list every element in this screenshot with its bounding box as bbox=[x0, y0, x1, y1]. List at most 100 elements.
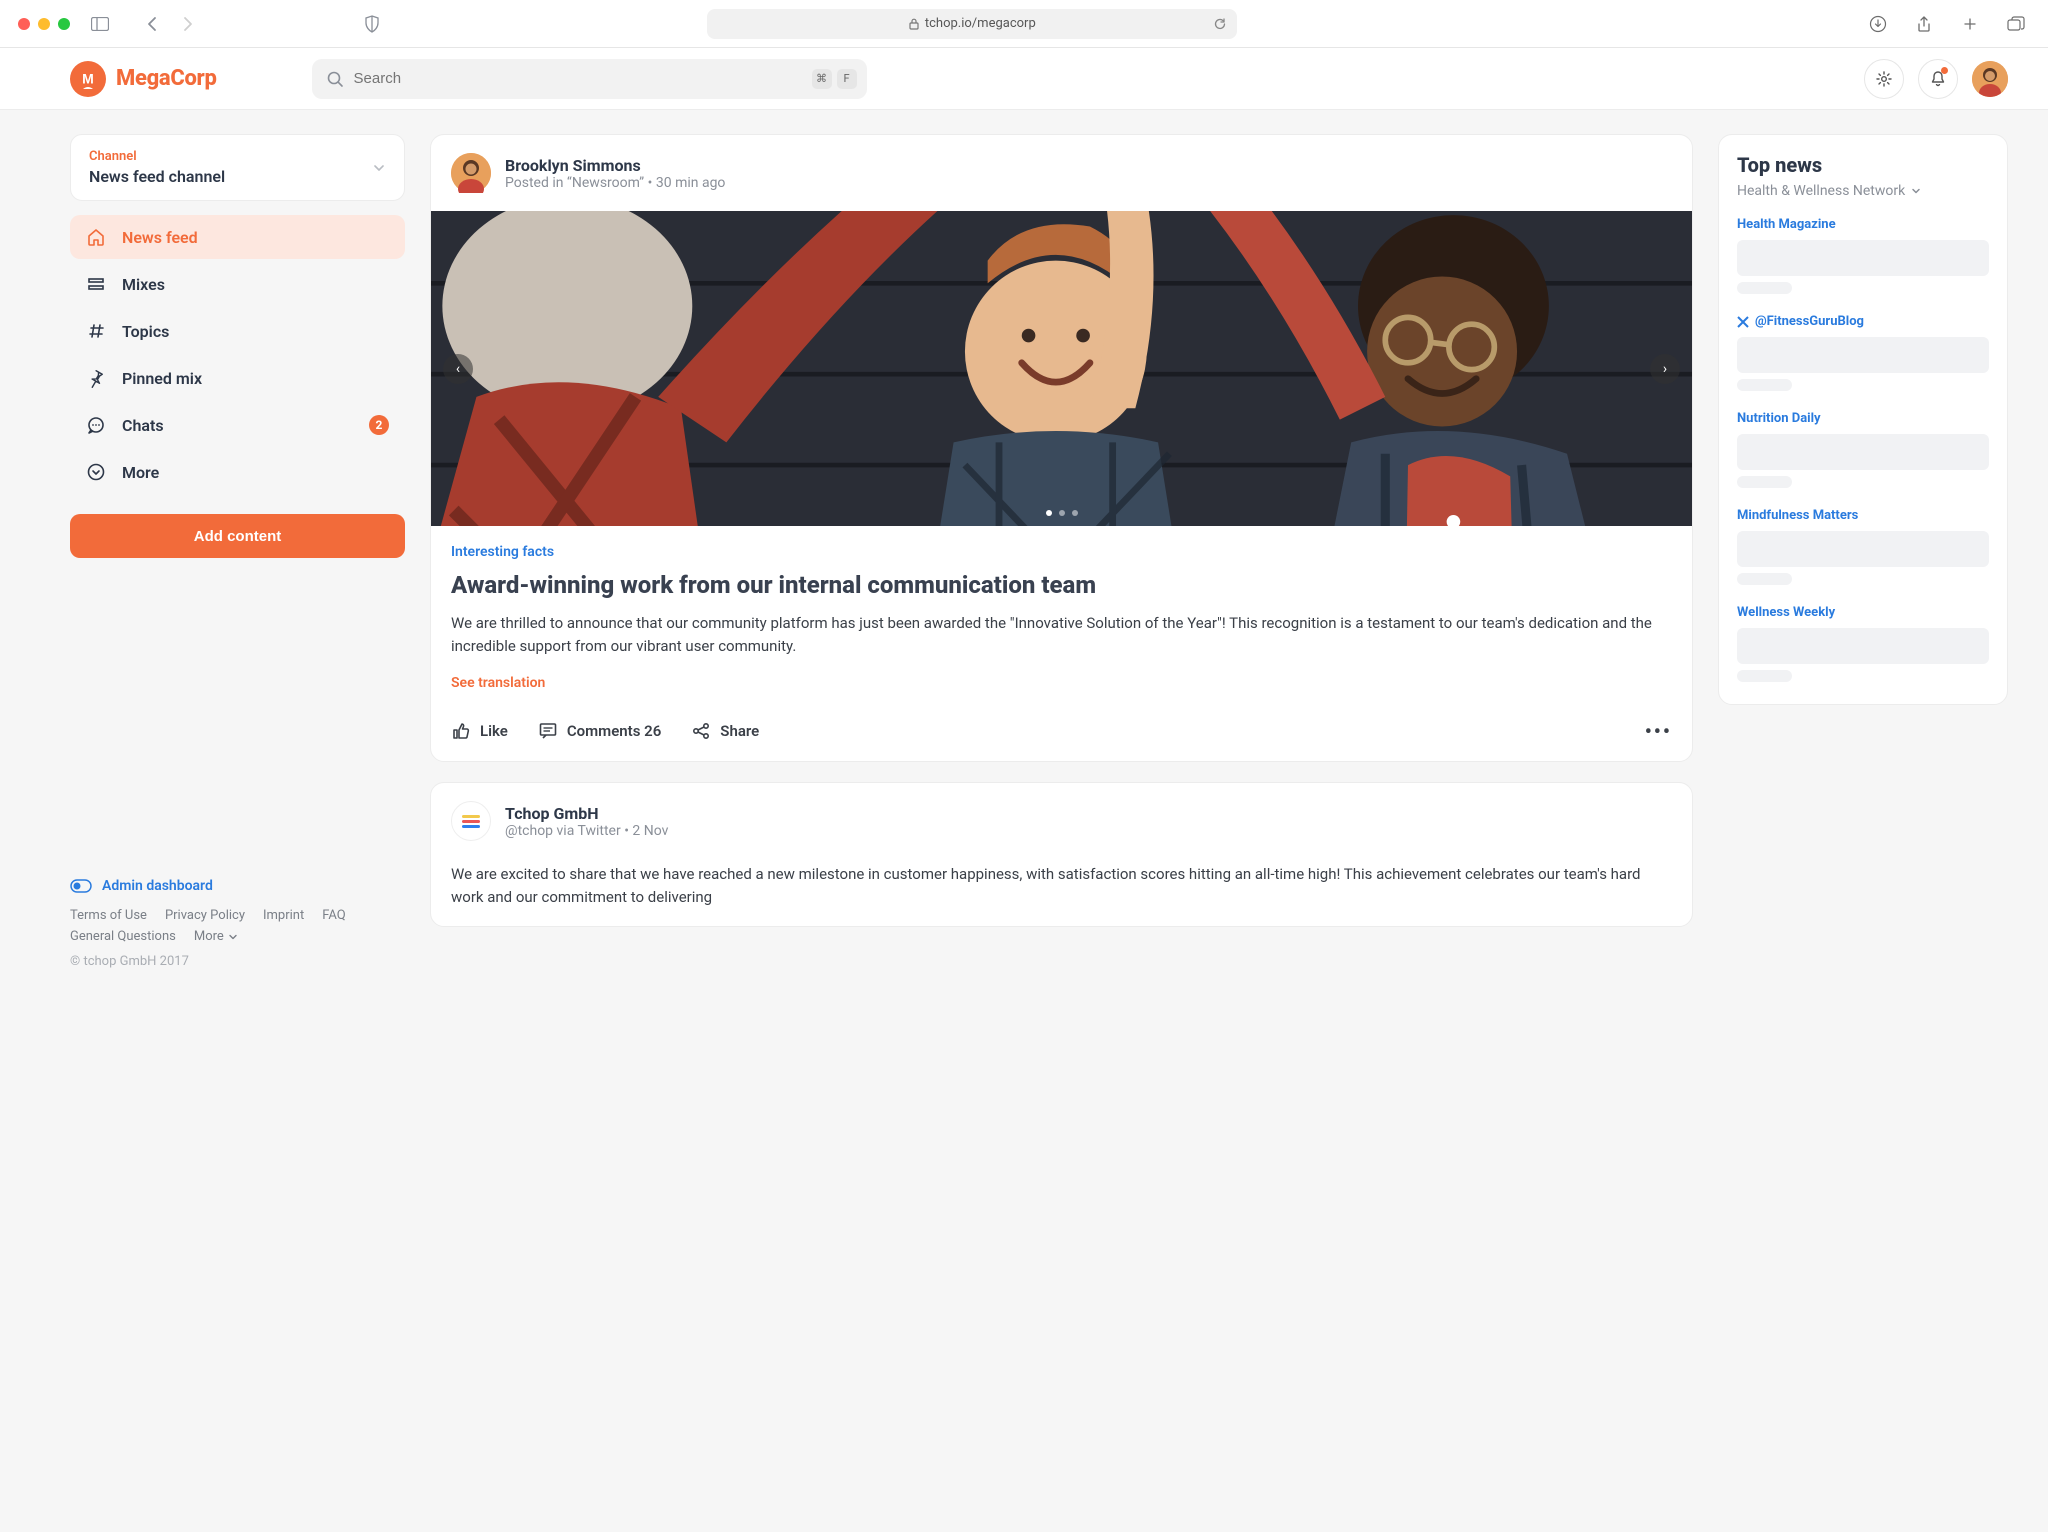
top-news-title: Top news bbox=[1737, 153, 1989, 177]
nav-mixes[interactable]: Mixes bbox=[70, 262, 405, 306]
comment-icon bbox=[538, 721, 558, 741]
brand-logo[interactable]: M MegaCorp bbox=[70, 61, 217, 97]
comments-button[interactable]: Comments 26 bbox=[538, 721, 661, 741]
footer-links: Terms of Use Privacy Policy Imprint FAQ … bbox=[70, 908, 405, 944]
nav-label: More bbox=[122, 463, 159, 482]
kbd-cmd: ⌘ bbox=[812, 69, 832, 89]
top-news-panel: Top news Health & Wellness Network Healt… bbox=[1718, 134, 2008, 705]
skeleton-short bbox=[1737, 670, 1792, 682]
share-button[interactable]: Share bbox=[691, 721, 759, 741]
brand-name: MegaCorp bbox=[116, 66, 217, 91]
shield-icon[interactable] bbox=[358, 10, 386, 38]
nav-chats[interactable]: Chats 2 bbox=[70, 403, 405, 447]
post-card: Brooklyn Simmons Posted in “Newsroom” • … bbox=[430, 134, 1693, 762]
sidebar: Channel News feed channel News feed Mixe… bbox=[70, 134, 405, 969]
post-author-name[interactable]: Brooklyn Simmons bbox=[505, 156, 725, 175]
maximize-window[interactable] bbox=[58, 18, 70, 30]
brand-badge: M bbox=[70, 61, 106, 97]
sidebar-toggle-icon[interactable] bbox=[86, 10, 114, 38]
footer-link[interactable]: FAQ bbox=[322, 908, 345, 923]
nav-pinned-mix[interactable]: Pinned mix bbox=[70, 356, 405, 400]
post-header: Tchop GmbH @tchop via Twitter • 2 Nov bbox=[431, 783, 1692, 859]
post-meta: Posted in “Newsroom” • 30 min ago bbox=[505, 175, 725, 191]
new-tab-icon[interactable] bbox=[1956, 10, 1984, 38]
post-more-button[interactable]: ••• bbox=[1645, 719, 1672, 743]
nav-topics[interactable]: Topics bbox=[70, 309, 405, 353]
carousel-dot[interactable] bbox=[1046, 510, 1052, 516]
carousel-dot[interactable] bbox=[1072, 510, 1078, 516]
post-author-avatar[interactable] bbox=[451, 153, 491, 193]
chat-icon bbox=[86, 415, 106, 435]
chrome-right bbox=[1864, 10, 2030, 38]
chevron-down-icon bbox=[1911, 186, 1921, 196]
search-input[interactable] bbox=[354, 70, 802, 87]
post-author-avatar[interactable] bbox=[451, 801, 491, 841]
news-source: Nutrition Daily bbox=[1737, 411, 1989, 426]
admin-dashboard-link[interactable]: Admin dashboard bbox=[70, 878, 405, 894]
download-icon[interactable] bbox=[1864, 10, 1892, 38]
close-window[interactable] bbox=[18, 18, 30, 30]
notifications-button[interactable] bbox=[1918, 59, 1958, 99]
hashtag-icon bbox=[86, 321, 106, 341]
chevron-down-icon bbox=[228, 932, 238, 942]
home-icon bbox=[86, 227, 106, 247]
user-avatar[interactable] bbox=[1972, 61, 2008, 97]
news-item[interactable]: @FitnessGuruBlog bbox=[1737, 314, 1989, 391]
search-bar[interactable]: ⌘ F bbox=[312, 59, 867, 99]
settings-button[interactable] bbox=[1864, 59, 1904, 99]
tabs-icon[interactable] bbox=[2002, 10, 2030, 38]
news-item[interactable]: Nutrition Daily bbox=[1737, 411, 1989, 488]
nav-label: Pinned mix bbox=[122, 369, 202, 388]
news-source: @FitnessGuruBlog bbox=[1737, 314, 1989, 329]
footer-link[interactable]: Imprint bbox=[263, 908, 304, 923]
news-item[interactable]: Mindfulness Matters bbox=[1737, 508, 1989, 585]
footer-link[interactable]: Terms of Use bbox=[70, 908, 147, 923]
carousel-dot[interactable] bbox=[1059, 510, 1065, 516]
skeleton-line bbox=[1737, 531, 1989, 567]
news-source: Wellness Weekly bbox=[1737, 605, 1989, 620]
address-bar[interactable]: tchop.io/megacorp bbox=[707, 9, 1237, 39]
skeleton-line bbox=[1737, 337, 1989, 373]
sidebar-footer: Admin dashboard Terms of Use Privacy Pol… bbox=[70, 878, 405, 969]
top-news-subtitle-dropdown[interactable]: Health & Wellness Network bbox=[1737, 183, 1989, 199]
footer-link[interactable]: Privacy Policy bbox=[165, 908, 245, 923]
post-tag[interactable]: Interesting facts bbox=[451, 544, 1672, 560]
url-text: tchop.io/megacorp bbox=[925, 16, 1036, 31]
nav-more[interactable]: More bbox=[70, 450, 405, 494]
post-body: We are thrilled to announce that our com… bbox=[451, 612, 1672, 657]
like-button[interactable]: Like bbox=[451, 721, 508, 741]
x-twitter-icon bbox=[1737, 316, 1749, 328]
post-author-name[interactable]: Tchop GmbH bbox=[505, 804, 668, 823]
footer-link[interactable]: More bbox=[194, 929, 238, 944]
browser-chrome: tchop.io/megacorp bbox=[0, 0, 2048, 48]
add-content-button[interactable]: Add content bbox=[70, 514, 405, 558]
kbd-f: F bbox=[837, 69, 857, 89]
skeleton-line bbox=[1737, 240, 1989, 276]
news-item[interactable]: Wellness Weekly bbox=[1737, 605, 1989, 682]
share-label: Share bbox=[720, 722, 759, 740]
notification-dot bbox=[1941, 67, 1948, 74]
forward-button[interactable] bbox=[174, 10, 202, 38]
back-button[interactable] bbox=[138, 10, 166, 38]
window-controls bbox=[18, 18, 70, 30]
svg-text:M: M bbox=[82, 70, 94, 86]
post-header: Brooklyn Simmons Posted in “Newsroom” • … bbox=[431, 135, 1692, 211]
skeleton-line bbox=[1737, 434, 1989, 470]
skeleton-short bbox=[1737, 282, 1792, 294]
channel-value: News feed channel bbox=[89, 167, 225, 186]
refresh-icon[interactable] bbox=[1213, 17, 1227, 31]
carousel-prev[interactable]: ‹ bbox=[443, 354, 473, 384]
skeleton-line bbox=[1737, 628, 1989, 664]
nav-news-feed[interactable]: News feed bbox=[70, 215, 405, 259]
footer-link[interactable]: General Questions bbox=[70, 929, 176, 944]
post-title: Award-winning work from our internal com… bbox=[451, 570, 1672, 600]
minimize-window[interactable] bbox=[38, 18, 50, 30]
news-source: Mindfulness Matters bbox=[1737, 508, 1989, 523]
post-card: Tchop GmbH @tchop via Twitter • 2 Nov We… bbox=[430, 782, 1693, 927]
skeleton-short bbox=[1737, 476, 1792, 488]
share-icon[interactable] bbox=[1910, 10, 1938, 38]
news-item[interactable]: Health Magazine bbox=[1737, 217, 1989, 294]
see-translation-link[interactable]: See translation bbox=[451, 675, 1672, 691]
carousel-next[interactable]: › bbox=[1650, 354, 1680, 384]
channel-selector[interactable]: Channel News feed channel bbox=[70, 134, 405, 201]
